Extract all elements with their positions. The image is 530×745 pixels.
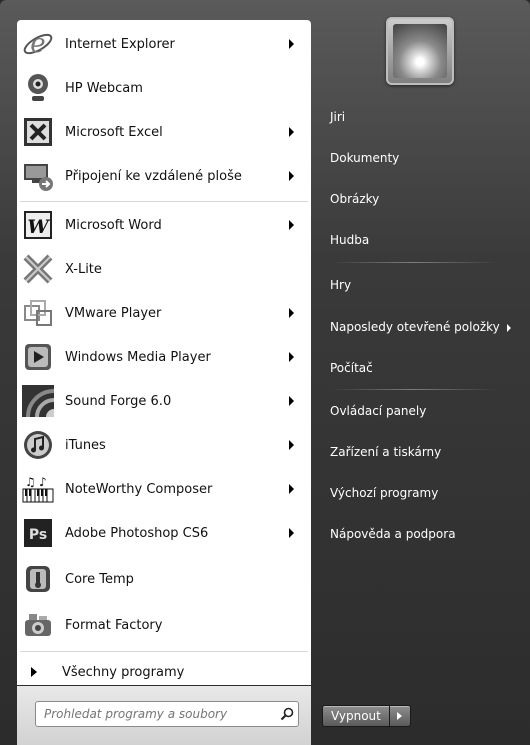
program-internet-explorer[interactable]: e Internet Explorer: [17, 23, 311, 65]
photoshop-icon: Ps: [21, 516, 55, 550]
program-format-factory[interactable]: Format Factory: [17, 604, 311, 646]
itunes-icon: [21, 428, 55, 462]
format-factory-icon: [21, 608, 55, 642]
submenu-arrow-icon[interactable]: [289, 127, 294, 137]
right-item-user[interactable]: Jiri: [330, 110, 345, 124]
submenu-arrow-icon[interactable]: [289, 440, 294, 450]
program-x-lite[interactable]: X-Lite: [17, 248, 311, 290]
word-icon: W: [21, 208, 55, 242]
media-player-icon: [21, 340, 55, 374]
program-label: Microsoft Excel: [65, 124, 163, 140]
user-avatar[interactable]: [386, 17, 454, 85]
program-label: Format Factory: [65, 617, 163, 633]
right-item-games[interactable]: Hry: [330, 278, 351, 292]
start-menu: e Internet Explorer HP Webcam Microsoft …: [0, 0, 530, 745]
program-label: Adobe Photoshop CS6: [65, 525, 209, 541]
core-temp-icon: [21, 562, 55, 596]
right-item-help-support[interactable]: Nápověda a podpora: [330, 527, 456, 541]
program-remote-desktop[interactable]: Připojení ke vzdálené ploše: [17, 155, 311, 197]
search-bar: [17, 686, 311, 745]
svg-text:e: e: [30, 29, 45, 59]
recent-items-label: Naposledy otevřené položky: [330, 320, 500, 334]
shutdown-group: Vypnout: [322, 705, 411, 727]
programs-pane: e Internet Explorer HP Webcam Microsoft …: [17, 20, 311, 685]
program-label: Připojení ke vzdálené ploše: [65, 168, 242, 184]
program-label: VMware Player: [65, 305, 162, 321]
separator: [330, 262, 498, 263]
svg-text:W: W: [27, 216, 50, 238]
submenu-arrow-icon[interactable]: [289, 39, 294, 49]
program-label: Microsoft Word: [65, 217, 162, 233]
program-label: Windows Media Player: [65, 349, 211, 365]
sound-forge-icon: [21, 384, 55, 418]
submenu-arrow-icon[interactable]: [289, 220, 294, 230]
program-vmware-player[interactable]: VMware Player: [17, 292, 311, 334]
program-label: X-Lite: [65, 261, 102, 277]
submenu-arrow-icon[interactable]: [289, 396, 294, 406]
excel-icon: [21, 115, 55, 149]
program-label: NoteWorthy Composer: [65, 481, 213, 497]
right-item-pictures[interactable]: Obrázky: [330, 192, 379, 206]
webcam-icon: [21, 71, 55, 105]
program-label: HP Webcam: [65, 80, 143, 96]
vmware-icon: [21, 296, 55, 330]
search-input[interactable]: [36, 706, 276, 722]
program-sound-forge[interactable]: Sound Forge 6.0: [17, 380, 311, 422]
remote-desktop-icon: [21, 159, 55, 193]
separator: [20, 651, 308, 652]
submenu-arrow-icon[interactable]: [289, 308, 294, 318]
shutdown-button[interactable]: Vypnout: [322, 705, 390, 727]
svg-text:♫: ♫: [25, 475, 36, 489]
right-item-computer[interactable]: Počítač: [330, 361, 373, 375]
program-hp-webcam[interactable]: HP Webcam: [17, 67, 311, 109]
right-item-control-panel[interactable]: Ovládací panely: [330, 404, 426, 418]
program-label: Internet Explorer: [65, 36, 175, 52]
program-microsoft-word[interactable]: W Microsoft Word: [17, 204, 311, 246]
submenu-arrow-icon[interactable]: [289, 528, 294, 538]
right-item-documents[interactable]: Dokumenty: [330, 151, 399, 165]
arrow-right-icon: [397, 712, 403, 720]
right-item-default-programs[interactable]: Výchozí programy: [330, 486, 438, 500]
program-noteworthy-composer[interactable]: ♫ ♪ NoteWorthy Composer: [17, 468, 311, 510]
program-itunes[interactable]: iTunes: [17, 424, 311, 466]
right-item-devices-printers[interactable]: Zařízení a tiskárny: [330, 445, 441, 459]
submenu-arrow-icon[interactable]: [289, 352, 294, 362]
separator: [330, 389, 498, 390]
program-label: iTunes: [65, 437, 106, 453]
right-item-music[interactable]: Hudba: [330, 233, 369, 247]
right-item-recent-items[interactable]: Naposledy otevřené položky: [330, 320, 511, 334]
all-programs-button[interactable]: Všechny programy: [17, 658, 311, 686]
svg-text:Ps: Ps: [29, 527, 47, 543]
program-microsoft-excel[interactable]: Microsoft Excel: [17, 111, 311, 153]
svg-text:♪: ♪: [39, 475, 47, 489]
program-adobe-photoshop[interactable]: Ps Adobe Photoshop CS6: [17, 512, 311, 554]
separator: [20, 201, 308, 202]
submenu-arrow-icon[interactable]: [289, 484, 294, 494]
search-box[interactable]: [35, 701, 299, 727]
noteworthy-icon: ♫ ♪: [21, 472, 55, 506]
program-label: Sound Forge 6.0: [65, 393, 172, 409]
program-label: Core Temp: [65, 571, 134, 587]
x-lite-icon: [21, 252, 55, 286]
submenu-arrow-icon: [506, 323, 511, 332]
program-core-temp[interactable]: Core Temp: [17, 558, 311, 600]
submenu-arrow-icon[interactable]: [289, 171, 294, 181]
search-icon[interactable]: [276, 703, 298, 725]
shutdown-options-button[interactable]: [389, 705, 411, 727]
expand-arrow-icon: [31, 667, 37, 677]
program-windows-media-player[interactable]: Windows Media Player: [17, 336, 311, 378]
avatar-picture: [393, 24, 447, 78]
all-programs-label: Všechny programy: [62, 664, 185, 680]
internet-explorer-icon: e: [21, 27, 55, 61]
